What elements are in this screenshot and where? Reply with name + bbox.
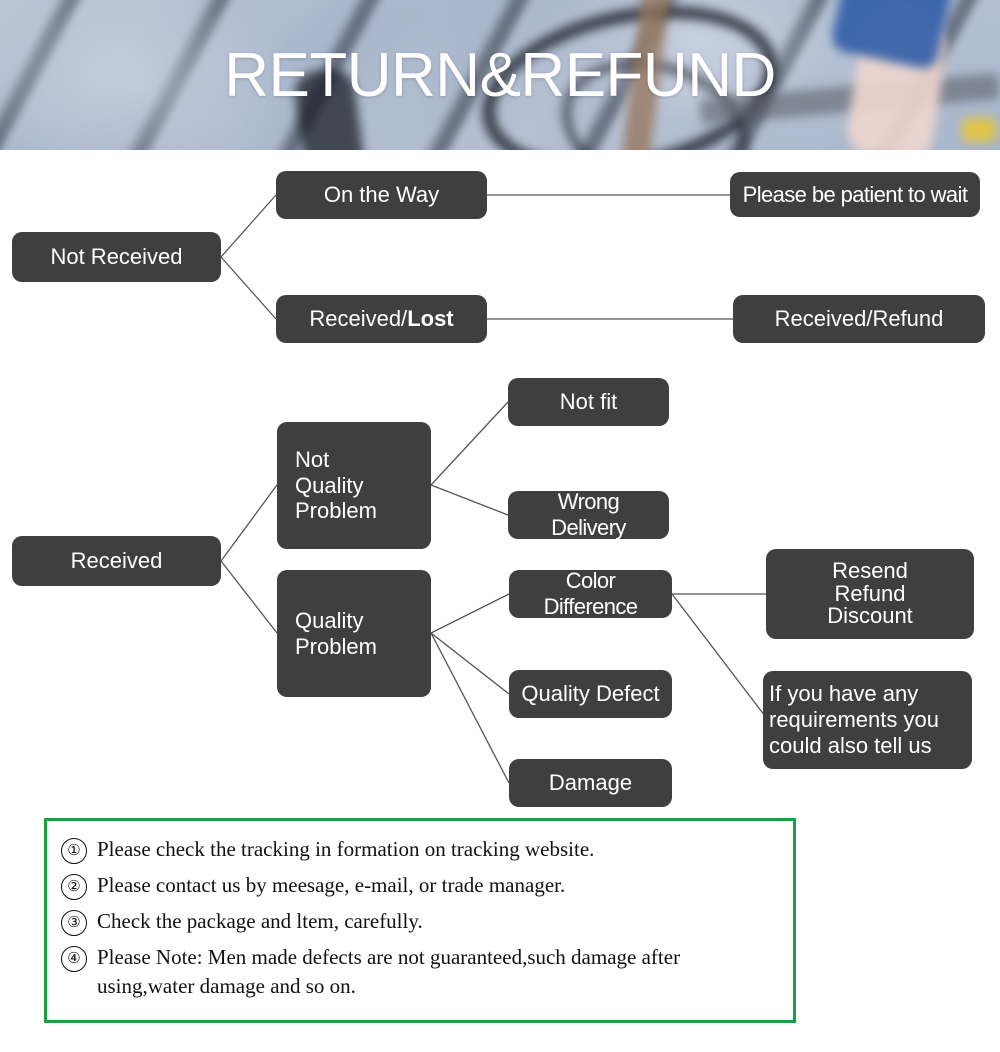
return-refund-page: RETURN&REFUND Not Received Received On t… [0,0,1000,1052]
node-received[interactable]: Received [12,536,221,586]
edge-quality-colordifference [430,593,510,634]
node-if-you-have-any-requirements[interactable]: If you have any requirements you could a… [763,671,972,769]
node-wrong-delivery-label: Wrong Delivery [551,489,626,540]
node-please-be-patient[interactable]: Please be patient to wait [730,172,980,217]
node-received-lost-prefix: Received/ [309,306,408,332]
node-on-the-way-label: On the Way [323,182,440,208]
node-damage[interactable]: Damage [509,759,672,807]
node-please-be-patient-label: Please be patient to wait [742,181,968,207]
node-not-fit[interactable]: Not fit [508,378,669,426]
node-quality-problem[interactable]: Quality Problem [277,570,431,697]
note-text-3: Check the package and ltem, carefully. [97,909,423,933]
edge-received-notquality [220,484,278,562]
node-not-quality-problem-label: Not Quality Problem [295,446,377,524]
node-on-the-way[interactable]: On the Way [276,171,487,219]
node-damage-label: Damage [548,770,633,796]
page-banner: RETURN&REFUND [0,0,1000,150]
node-resend-refund-discount[interactable]: Resend Refund Discount [766,549,974,639]
node-received-label: Received [70,548,163,574]
node-not-quality-problem[interactable]: Not Quality Problem [277,422,431,549]
node-color-difference-label: Color Difference [543,568,638,619]
node-color-difference[interactable]: Color Difference [509,568,672,619]
node-quality-defect-label: Quality Defect [521,681,660,707]
node-received-lost[interactable]: Received/Lost [276,295,487,343]
node-resend-refund-discount-label: Resend Refund Discount [827,557,913,629]
node-received-refund[interactable]: Received/Refund [733,295,985,343]
note-number-4: ④ [61,946,87,972]
node-not-received[interactable]: Not Received [12,232,221,282]
return-refund-flowchart: Not Received Received On the Way Receive… [0,150,1000,820]
note-text-4: Please Note: Men made defects are not gu… [97,945,681,998]
note-text-1: Please check the tracking in formation o… [97,837,595,861]
node-quality-problem-label: Quality Problem [295,607,377,659]
node-not-fit-label: Not fit [559,389,618,415]
edge-notquality-wrongdelivery [430,484,509,516]
note-item: ② Please contact us by meesage, e-mail, … [61,871,777,900]
note-item: ① Please check the tracking in formation… [61,835,777,864]
note-number-2: ② [61,874,87,900]
note-item: ③ Check the package and ltem, carefully. [61,907,777,936]
edge-received-quality [220,560,278,634]
node-quality-defect[interactable]: Quality Defect [509,670,672,718]
edge-notreceived-ontheway [220,194,277,258]
node-if-you-have-any-requirements-label: If you have any requirements you could a… [769,681,939,758]
notes-panel: ① Please check the tracking in formation… [44,818,796,1023]
node-wrong-delivery[interactable]: Wrong Delivery [508,489,669,540]
note-number-3: ③ [61,910,87,936]
node-received-lost-bold: Lost [407,306,454,332]
edge-quality-damage [430,632,510,784]
edge-notquality-notfit [430,401,509,486]
node-not-received-label: Not Received [50,244,183,270]
edge-notreceived-receivedlost [220,256,277,320]
edge-colordiff-requirements [671,593,769,721]
note-number-1: ① [61,838,87,864]
edge-quality-qualitydefect [430,632,510,695]
page-title: RETURN&REFUND [224,40,776,110]
note-text-2: Please contact us by meesage, e-mail, or… [97,873,566,897]
node-received-refund-label: Received/Refund [774,306,944,332]
note-item: ④ Please Note: Men made defects are not … [61,943,777,1001]
